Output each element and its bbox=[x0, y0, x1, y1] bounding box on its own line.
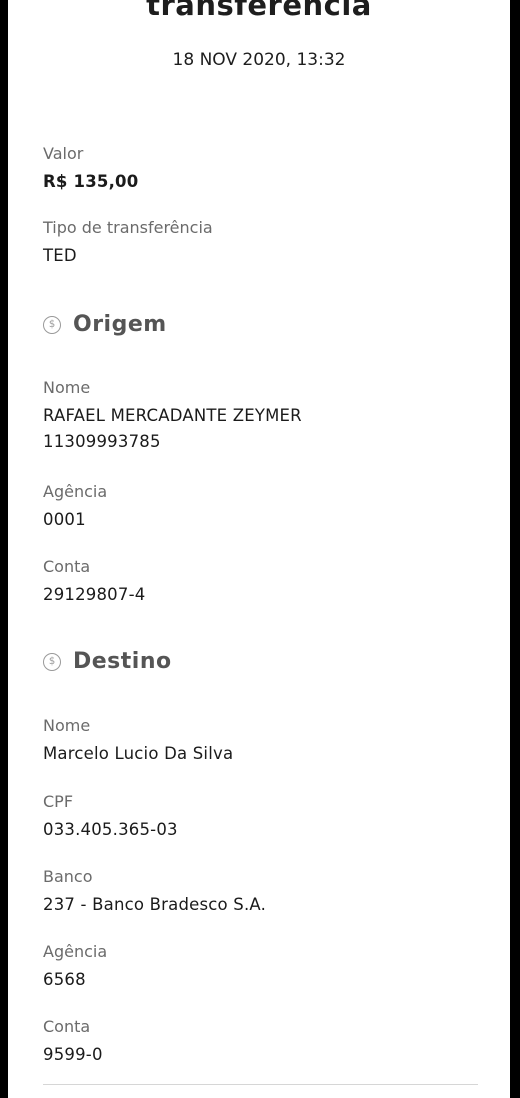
destino-cpf-label: CPF bbox=[43, 792, 74, 811]
dollar-coin-icon: $ bbox=[43, 315, 61, 334]
destino-title: Destino bbox=[73, 649, 172, 674]
origem-agencia-value: 0001 bbox=[43, 510, 86, 529]
dollar-coin-icon: $ bbox=[43, 652, 61, 671]
destino-cpf-value: 033.405.365-03 bbox=[43, 820, 178, 839]
origem-conta-value: 29129807-4 bbox=[43, 585, 146, 604]
destino-agencia-field: Agência 6568 bbox=[43, 942, 107, 990]
destino-agencia-value: 6568 bbox=[43, 970, 86, 989]
origem-documento-value: 11309993785 bbox=[43, 432, 161, 451]
destino-conta-label: Conta bbox=[43, 1017, 91, 1036]
destino-nome-field: Nome Marcelo Lucio Da Silva bbox=[43, 716, 233, 764]
destino-nome-value: Marcelo Lucio Da Silva bbox=[43, 744, 234, 763]
destino-cpf-field: CPF 033.405.365-03 bbox=[43, 792, 178, 840]
transfer-datetime: 18 NOV 2020, 13:32 bbox=[172, 50, 346, 70]
origem-nome-field: Nome RAFAEL MERCADANTE ZEYMER 1130999378… bbox=[43, 378, 302, 452]
destino-banco-field: Banco 237 - Banco Bradesco S.A. bbox=[43, 867, 266, 915]
valor-label: Valor bbox=[43, 144, 84, 163]
origem-section-header: $ Origem bbox=[43, 312, 167, 337]
origem-title: Origem bbox=[73, 312, 167, 337]
tipo-label: Tipo de transferência bbox=[43, 218, 213, 237]
page-title: transferência bbox=[146, 0, 372, 22]
destino-banco-value: 237 - Banco Bradesco S.A. bbox=[43, 895, 267, 914]
origem-nome-label: Nome bbox=[43, 378, 91, 397]
valor-field: Valor R$ 135,00 bbox=[43, 144, 138, 192]
origem-conta-field: Conta 29129807-4 bbox=[43, 557, 145, 605]
tipo-field: Tipo de transferência TED bbox=[43, 218, 213, 266]
destino-nome-label: Nome bbox=[43, 716, 91, 735]
origem-agencia-field: Agência 0001 bbox=[43, 482, 107, 530]
destino-conta-field: Conta 9599-0 bbox=[43, 1017, 103, 1065]
destino-agencia-label: Agência bbox=[43, 942, 108, 961]
tipo-value: TED bbox=[43, 246, 77, 265]
transfer-receipt: transferência 18 NOV 2020, 13:32 Valor R… bbox=[8, 0, 510, 1098]
valor-value: R$ 135,00 bbox=[43, 172, 139, 191]
origem-conta-label: Conta bbox=[43, 557, 91, 576]
destino-banco-label: Banco bbox=[43, 867, 93, 886]
destino-conta-value: 9599-0 bbox=[43, 1045, 103, 1064]
bottom-divider bbox=[43, 1084, 478, 1085]
origem-nome-value: RAFAEL MERCADANTE ZEYMER bbox=[43, 406, 302, 425]
origem-agencia-label: Agência bbox=[43, 482, 108, 501]
destino-section-header: $ Destino bbox=[43, 649, 172, 674]
